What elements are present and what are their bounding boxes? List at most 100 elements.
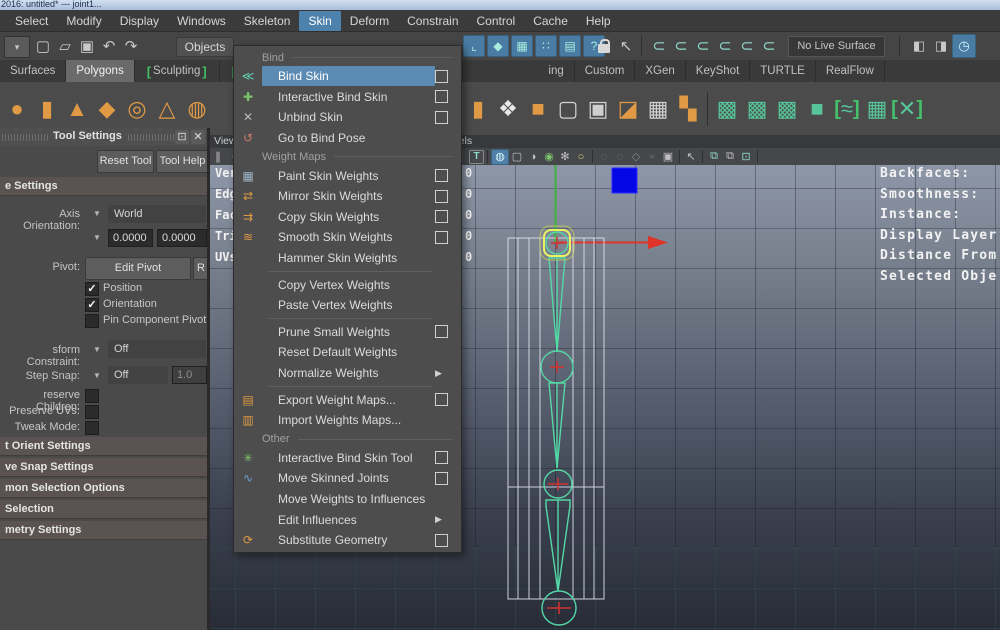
lighting-icon[interactable]: ✻ (557, 150, 573, 164)
menu-item-prune-small-weights[interactable]: Prune Small Weights (234, 322, 461, 343)
poly-plane-icon[interactable]: ◆ (92, 92, 122, 126)
green-bracket-curve-icon[interactable]: [≈] (832, 92, 862, 126)
window-title-bar[interactable]: 2016: untitled* --- joint1... (0, 0, 1000, 10)
isolate-select-icon[interactable]: T (469, 149, 484, 164)
poly-pipe-icon[interactable]: ◍ (182, 92, 212, 126)
xray-joints-icon[interactable]: ⧉ (722, 150, 738, 164)
shelf-tab-sculpting[interactable]: [Sculpting] (135, 60, 220, 82)
sidebar-attribute-editor-icon[interactable]: ◧ (908, 35, 930, 57)
diamond-icon[interactable]: ◆ (487, 35, 509, 57)
section-header-metry-settings[interactable]: metry Settings (0, 521, 207, 540)
menu-item-import-weights-maps[interactable]: ▥ Import Weights Maps... (234, 410, 461, 431)
multisample-icon[interactable]: ▫ (644, 150, 660, 164)
dots-icon[interactable]: ∷ (535, 35, 557, 57)
green-notch-square-icon[interactable]: ▩ (772, 92, 802, 126)
menu-item-bind-skin[interactable]: ≪ Bind Skin (234, 66, 461, 87)
menubar-item-cache[interactable]: Cache (524, 11, 577, 31)
make-live-icon[interactable]: ⊂ (758, 35, 780, 57)
menu-item-copy-vertex-weights[interactable]: Copy Vertex Weights (234, 274, 461, 295)
exposure-icon[interactable]: ⊡ (738, 150, 754, 164)
checkbox-preserve-uvs[interactable] (85, 405, 99, 419)
section-header-selection[interactable]: Selection (0, 500, 207, 519)
menubar-item-help[interactable]: Help (577, 11, 620, 31)
shelf-tab-turtle[interactable]: TURTLE (750, 60, 816, 82)
shelf-tab-custom[interactable]: Custom (575, 60, 636, 82)
menubar-item-constrain[interactable]: Constrain (398, 11, 467, 31)
menu-item-move-weights-to-influences[interactable]: Move Weights to Influences (234, 489, 461, 510)
menu-item-copy-skin-weights[interactable]: ⇉ Copy Skin Weights (234, 207, 461, 228)
x-axis-arrowhead[interactable] (648, 236, 668, 249)
shelf-tab-realflow[interactable]: RealFlow (816, 60, 885, 82)
option-box-icon[interactable] (435, 110, 448, 124)
close-panel-icon[interactable]: ✕ (191, 130, 205, 144)
option-box-icon[interactable] (435, 189, 448, 203)
checkbox-reserve-children[interactable] (85, 389, 99, 403)
menubar-item-modify[interactable]: Modify (57, 11, 110, 31)
menubar-item-deform[interactable]: Deform (341, 11, 398, 31)
white-diamonds-icon[interactable]: ❖ (493, 92, 523, 126)
use-default-material-icon[interactable]: ◑ (525, 150, 541, 164)
menu-item-normalize-weights[interactable]: Normalize Weights ▶ (234, 363, 461, 384)
wireframe-icon[interactable]: ▢ (509, 150, 525, 164)
shelf-tab-surfaces[interactable]: Surfaces (0, 60, 67, 82)
poly-cylinder-icon[interactable]: ▮ (32, 92, 62, 126)
option-box-icon[interactable] (435, 471, 448, 485)
menu-set-dropdown[interactable]: ▾ (4, 36, 30, 58)
poly-sphere-icon[interactable]: ● (2, 92, 32, 126)
menu-item-move-skinned-joints[interactable]: ∿ Move Skinned Joints (234, 468, 461, 489)
green-window-checker-icon[interactable]: ▦ (862, 92, 892, 126)
shelf-tab-ing[interactable]: ing (538, 60, 575, 82)
menu-item-smooth-skin-weights[interactable]: ≋ Smooth Skin Weights (234, 227, 461, 248)
checkbox-tweak-mode[interactable] (85, 421, 99, 435)
option-box-icon[interactable] (435, 325, 448, 339)
green-cube-icon[interactable]: ■ (802, 92, 832, 126)
light-icon[interactable]: ○ (573, 150, 589, 164)
translate-y-field[interactable]: 0.0000 (157, 229, 207, 247)
poly-pyramid-icon[interactable]: △ (152, 92, 182, 126)
menubar-item-control[interactable]: Control (468, 11, 525, 31)
edit-pivot-button[interactable]: Edit Pivot (85, 257, 191, 280)
lattice-box-icon[interactable]: ▦ (643, 92, 673, 126)
option-box-icon[interactable] (435, 169, 448, 183)
shelf-tab-xgen[interactable]: XGen (635, 60, 686, 82)
snap-grid-icon[interactable]: ⊂ (648, 35, 670, 57)
sidebar-channel-box-icon[interactable]: ◷ (952, 34, 976, 58)
section-header-ve-snap-settings[interactable]: ve Snap Settings (0, 458, 207, 477)
option-box-icon[interactable] (435, 210, 448, 224)
constraint-caret[interactable]: ▼ (93, 345, 103, 354)
menu-item-mirror-skin-weights[interactable]: ⇄ Mirror Skin Weights (234, 186, 461, 207)
new-scene-icon[interactable]: ▢ (32, 35, 54, 57)
section-header-mon-selection-options[interactable]: mon Selection Options (0, 479, 207, 498)
film-icon[interactable]: ▤ (559, 35, 581, 57)
menu-item-hammer-skin-weights[interactable]: Hammer Skin Weights (234, 248, 461, 269)
poly-torus-icon[interactable]: ◎ (122, 92, 152, 126)
menu-item-reset-default-weights[interactable]: Reset Default Weights (234, 342, 461, 363)
poly-cone-icon[interactable]: ▲ (62, 92, 92, 126)
xray-icon[interactable]: ⧉ (706, 150, 722, 164)
snap-view-plane-icon[interactable]: ⊂ (736, 35, 758, 57)
section-header-t-orient-settings[interactable]: t Orient Settings (0, 437, 207, 456)
orange-cylinder-icon[interactable]: ▮ (463, 92, 493, 126)
menu-item-export-weight-maps[interactable]: ▤ Export Weight Maps... (234, 389, 461, 410)
motion-blur-icon[interactable]: ◇ (628, 150, 644, 164)
checkbox-pin-component-pivot[interactable] (85, 314, 99, 328)
orange-white-quads-icon[interactable]: ▚ (673, 92, 703, 126)
cylinder-wireframe[interactable] (507, 237, 605, 600)
axis-orientation-caret[interactable]: ▼ (93, 209, 103, 218)
tool-settings-title-bar[interactable]: Tool Settings ⊡ ✕ (0, 128, 207, 146)
snap-curve-icon[interactable]: ⊂ (670, 35, 692, 57)
menubar-item-windows[interactable]: Windows (168, 11, 235, 31)
selected-blue-square[interactable] (611, 167, 638, 194)
hook-icon[interactable]: ⌞ (463, 35, 485, 57)
step-snap-caret[interactable]: ▼ (93, 371, 103, 380)
menubar-item-skin[interactable]: Skin (299, 10, 341, 31)
step-snap-dropdown[interactable]: Off (108, 366, 168, 384)
option-box-icon[interactable] (435, 90, 448, 104)
shelf-tab-polygons[interactable]: Polygons (66, 60, 135, 82)
menu-item-interactive-bind-skin[interactable]: ✚ Interactive Bind Skin (234, 87, 461, 108)
step-snap-size-field[interactable]: 1.0 (172, 366, 207, 384)
save-scene-icon[interactable]: ▣ (76, 35, 98, 57)
live-surface-field[interactable]: No Live Surface (788, 36, 885, 57)
menu-item-interactive-bind-skin-tool[interactable]: ✳ Interactive Bind Skin Tool (234, 448, 461, 469)
menu-item-unbind-skin[interactable]: ✕ Unbind Skin (234, 107, 461, 128)
